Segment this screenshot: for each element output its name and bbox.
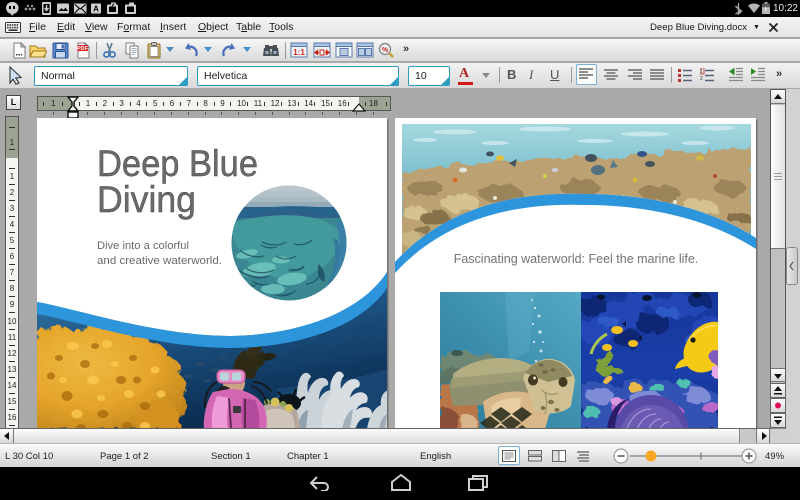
svg-text:and creative waterworld.: and creative waterworld. xyxy=(97,255,222,267)
svg-text:PDF: PDF xyxy=(77,46,89,52)
svg-text:1:1: 1:1 xyxy=(293,48,305,57)
svg-text:A: A xyxy=(93,5,99,14)
svg-text:Diving: Diving xyxy=(97,178,196,220)
svg-text:2: 2 xyxy=(700,76,703,82)
svg-text:Dive into a colorful: Dive into a colorful xyxy=(97,240,189,252)
svg-text:Fascinating waterworld: Feel t: Fascinating waterworld: Feel the marine … xyxy=(454,252,699,266)
svg-text:%: % xyxy=(382,47,389,54)
